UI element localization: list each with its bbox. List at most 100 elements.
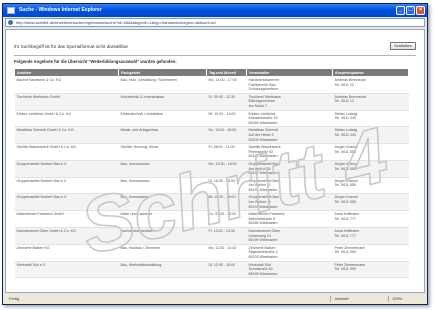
cell-ansprechpartner: Jürgen Krause Tel. 0611 555 — [332, 160, 409, 178]
cell-veranstalter: Handwerkskammer Fachbereich Bau Schulung… — [246, 76, 333, 94]
cell-tag-uhrzeit-text: Do. 09:00 - 12:00 — [208, 212, 237, 217]
cell-veranstalter: Malerbetrieb Farbwerk Bahnhofstraße 5 65… — [246, 210, 333, 229]
window-controls: _ □ × — [396, 6, 425, 15]
cell-tag-uhrzeit: Mo. 15:30 - 18:00 — [206, 160, 247, 178]
cell-anbieter[interactable]: Gruppenarbeit Norbert Bau e.V. — [14, 193, 119, 212]
cell-anbieter[interactable]: Zimmerei Balken KG — [14, 244, 119, 262]
cell-tag-uhrzeit: Do. 09:00 - 12:00 — [206, 210, 247, 229]
cell-tag-uhrzeit-text: Mo. 11:00 - 14:00 — [208, 245, 237, 250]
cell-anbieter[interactable]: Bauhof Handwerk & Co. KG — [14, 76, 119, 94]
cell-veranstalter: Werkstatt Süd Schulstraße 40 65195 Wiesb… — [246, 261, 333, 279]
cell-fachgebiet: Holztechnik & Innenausbau — [118, 93, 207, 111]
column-header-ansprechpartner[interactable]: Ansprechpartner — [332, 68, 409, 77]
cell-fachgebiet-text: Dachdeckerhandwerk — [120, 229, 156, 234]
cell-anbieter-text: Metallbau Schmidt GmbH & Co. KG — [16, 128, 74, 133]
cell-anbieter[interactable]: Gruppenarbeit Norbert Bau e.V. — [14, 160, 119, 178]
cell-fachgebiet-text: Holztechnik & Innenausbau — [120, 94, 165, 99]
cell-fachgebiet: Bau, Holz, Gestaltung / Schreinerei — [118, 76, 207, 94]
cell-anbieter[interactable]: Gruppenarbeit Norbert Bau e.V. — [14, 177, 119, 195]
cell-tag-uhrzeit-text: Mi. 10:00 - 13:00 — [208, 111, 236, 116]
cell-ansprechpartner: Jürgen Krause Tel. 0611 555 — [332, 143, 409, 161]
cell-ansprechpartner-text: Andreas Brennecke Tel. 0611 12 — [334, 94, 367, 104]
cell-ansprechpartner: Anna Hoffmann Tel. 0611 777 — [332, 227, 409, 245]
cell-veranstalter: Elektro Lichtblick Industriestraße 18 65… — [246, 110, 333, 128]
cell-ansprechpartner-text: Stefan Ludwig Tel. 0611 345 — [334, 111, 358, 121]
cell-anbieter[interactable]: Dachdeckerei Oben GmbH & Co. KG — [14, 227, 119, 245]
cell-tag-uhrzeit: Fr. 08:00 - 11:00 — [206, 143, 247, 161]
minimize-button[interactable]: _ — [396, 6, 405, 15]
cell-anbieter[interactable]: Metallbau Schmidt GmbH & Co. KG — [14, 126, 119, 145]
cell-anbieter-text: Sanitär Wasserwerk GmbH & Co. KG — [16, 145, 77, 150]
cell-veranstalter: Zimmerei Balken Sägewerkstraße 2 65203 W… — [246, 244, 333, 262]
cell-fachgebiet: Sanitär, Heizung, Klima — [118, 143, 207, 161]
cell-ansprechpartner: Peter Zimmermann Tel. 0611 999 — [332, 261, 409, 279]
table-row: Elektro Lichtblick GmbH & Co. KG Elektrot… — [14, 110, 409, 128]
cell-tag-uhrzeit-text: Mo. 15:30 - 18:00 — [208, 161, 237, 166]
cell-fachgebiet-text: Bau, Holz, Gestaltung / Schreinerei — [120, 78, 177, 82]
cell-anbieter-text: Tischlerei Werkhaus GmbH — [16, 94, 61, 99]
cell-veranstalter-text: Gruppenarbeit Bau Am Weiher 11 65191 Wie… — [248, 161, 279, 176]
results-subheading: Folgende Angebote für die Übersicht "Wei… — [14, 59, 177, 64]
cell-veranstalter-text: Sanitär Wasserwerk Rheinstraße 92 65185 … — [248, 145, 281, 159]
table-row: Gruppenarbeit Norbert Bau e.V. Bau, Innen… — [14, 177, 409, 195]
address-bar[interactable]: http://www.schritt4.de/erweitertesuche/e… — [5, 18, 425, 27]
cell-tag-uhrzeit-text: Di. 15:30 - 18:00 — [208, 178, 236, 183]
cell-fachgebiet-text: Elektrotechnik / Installation — [120, 111, 164, 116]
column-header-fachgebiet[interactable]: Fachgebiet — [118, 68, 207, 77]
cell-fachgebiet-text: Bau, Werkstattausbildung — [120, 262, 162, 267]
table-row: Tischlerei Werkhaus GmbH Holztechnik & In… — [14, 93, 409, 111]
cell-anbieter[interactable]: Werkstatt Süd e.V. — [14, 261, 119, 279]
cell-fachgebiet: Bau, Werkstattausbildung — [118, 261, 207, 279]
cell-tag-uhrzeit-text: Fr. 08:00 - 11:00 — [208, 145, 235, 150]
cell-anbieter[interactable]: Elektro Lichtblick GmbH & Co. KG — [14, 110, 119, 128]
cell-tag-uhrzeit-text: Di. 12:00 - 15:00 — [208, 262, 236, 267]
cell-fachgebiet-text: Bau, Innenausbau — [120, 161, 150, 166]
page-content: Ihr Suchbegriff ist für das Spezialforma… — [5, 29, 425, 293]
cell-anbieter-text: Bauhof Handwerk & Co. KG — [16, 78, 62, 82]
table-row: Bauhof Handwerk & Co. KG Bau, Holz, Gesta… — [14, 76, 409, 94]
page-heading: Ihr Suchbegriff ist für das Spezialforma… — [14, 44, 129, 49]
table-body: Bauhof Handwerk & Co. KG Bau, Holz, Gesta… — [14, 76, 409, 279]
table-row: Metallbau Schmidt GmbH & Co. KG Metall- u… — [14, 126, 409, 145]
cell-veranstalter: Dachdeckerei Oben Lindenweg 24 65199 Wie… — [246, 227, 333, 245]
cell-fachgebiet: Bau, Holzbau / Zimmerei — [118, 244, 207, 262]
cell-anbieter-text: Zimmerei Balken KG — [16, 245, 50, 250]
cell-fachgebiet-text: Sanitär, Heizung, Klima — [120, 145, 158, 150]
address-text: http://www.schritt4.de/erweitertesuche/e… — [16, 20, 216, 25]
divider — [14, 55, 416, 56]
cell-ansprechpartner-text: Stefan Ludwig Tel. 0611 345 — [334, 128, 358, 137]
column-header-veranstalter[interactable]: Veranstalter — [246, 68, 333, 77]
column-header-tag-uhrzeit[interactable]: Tag und Uhrzeit — [206, 68, 247, 77]
maximize-button[interactable]: □ — [406, 6, 415, 15]
cell-veranstalter: Sanitär Wasserwerk Rheinstraße 92 65185 … — [246, 143, 333, 161]
table-row: Dachdeckerei Oben GmbH & Co. KG Dachdecke… — [14, 227, 409, 245]
cell-veranstalter-text: Malerbetrieb Farbwerk Bahnhofstraße 5 65… — [248, 212, 285, 226]
cell-veranstalter-text: Gruppenarbeit Bau Am Weiher 11 65191 Wie… — [248, 178, 279, 192]
cell-ansprechpartner-text: Anna Hoffmann Tel. 0611 777 — [334, 212, 360, 221]
cell-anbieter[interactable]: Tischlerei Werkhaus GmbH — [14, 93, 119, 111]
zoom-level[interactable]: 100% — [388, 296, 422, 302]
status-bar: Fertig Internet 100% — [5, 295, 425, 303]
cell-ansprechpartner: Andreas Brennecke Tel. 0611 12 — [332, 93, 409, 111]
cell-veranstalter-text: Handwerkskammer Fachbereich Bau Schulung… — [248, 78, 280, 92]
cell-tag-uhrzeit: Di. 09:00 - 12:30 — [206, 93, 247, 111]
cell-anbieter-text: Gruppenarbeit Norbert Bau e.V. — [16, 195, 67, 200]
cell-veranstalter: Gruppenarbeit Bau Am Weiher 11 65191 Wie… — [246, 177, 333, 195]
cell-ansprechpartner-text: Jürgen Krause Tel. 0611 555 — [334, 178, 358, 188]
cell-ansprechpartner: Jürgen Krause Tel. 0611 555 — [332, 193, 409, 212]
cell-anbieter[interactable]: Sanitär Wasserwerk GmbH & Co. KG — [14, 143, 119, 161]
cell-anbieter[interactable]: Malerbetrieb Farbwerk GmbH — [14, 210, 119, 229]
close-window-button[interactable]: × — [416, 6, 425, 15]
cell-ansprechpartner: Stefan Ludwig Tel. 0611 345 — [332, 110, 409, 128]
close-button[interactable]: Schließen — [390, 42, 416, 50]
cell-ansprechpartner: Anna Hoffmann Tel. 0611 777 — [332, 210, 409, 229]
cell-tag-uhrzeit-text: Do. 13:00 - 16:00 — [208, 128, 237, 133]
cell-veranstalter-text: Werkstatt Süd Schulstraße 40 65195 Wiesb… — [248, 262, 278, 276]
column-header-anbieter[interactable]: Anbieter — [14, 68, 119, 77]
cell-fachgebiet: Bau, Innenausbau — [118, 193, 207, 212]
cell-anbieter-text: Werkstatt Süd e.V. — [16, 262, 47, 267]
cell-ansprechpartner-text: Jürgen Krause Tel. 0611 555 — [334, 161, 358, 171]
window-titlebar[interactable]: Suche - Windows Internet Explorer _ □ × — [3, 4, 427, 17]
cell-ansprechpartner-text: Jürgen Krause Tel. 0611 555 — [334, 145, 358, 154]
cell-veranstalter-text: Gruppenarbeit Bau Am Weiher 11 65191 Wie… — [248, 195, 279, 209]
